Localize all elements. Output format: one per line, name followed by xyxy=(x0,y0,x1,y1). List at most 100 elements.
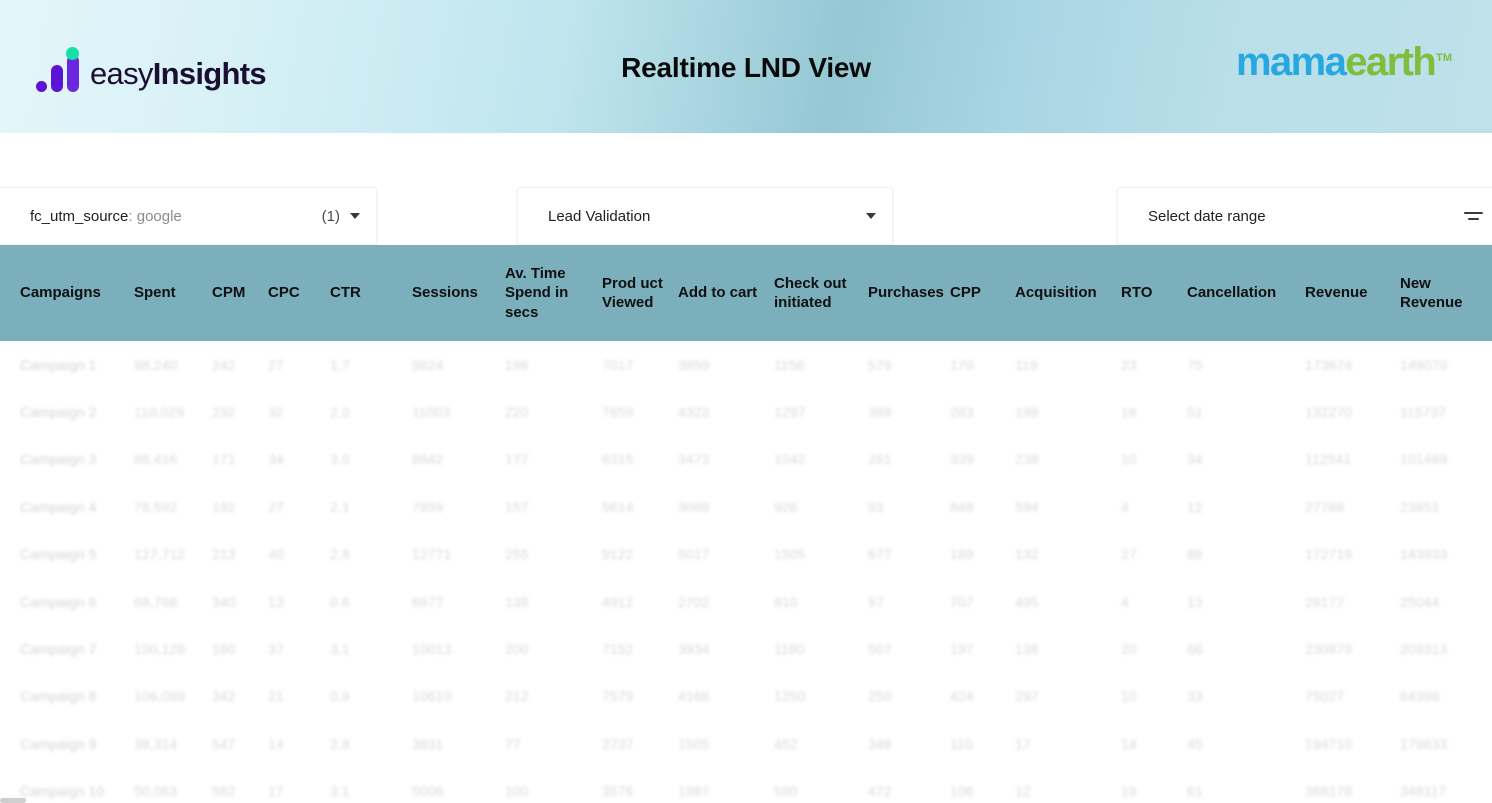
column-header-add-to-cart[interactable]: Add to cart xyxy=(678,245,774,341)
table-row[interactable]: Campaign 10 50,063 582 17 3.1 5006 100 3576 1967… xyxy=(0,768,1492,803)
filter-utm-source[interactable]: fc_utm_source: google (1) xyxy=(0,188,376,244)
filter-lead-validation[interactable]: Lead Validation xyxy=(518,188,892,244)
filter-icon[interactable] xyxy=(1463,208,1483,224)
cell-cpm: 192 xyxy=(212,498,236,515)
table-row[interactable]: Campaign 2 110,029 232 32 2.0 11003 220 7859 432… xyxy=(0,388,1492,435)
table-row[interactable]: Campaign 6 68,768 340 13 0.6 6877 138 4912 2702 8… xyxy=(0,578,1492,625)
cell-spent: 68,768 xyxy=(134,593,178,610)
date-range-placeholder: Select date range xyxy=(1148,207,1266,225)
table-row[interactable]: Campaign 3 88,416 171 34 3.0 8842 177 6315 3473 1… xyxy=(0,436,1492,483)
cell-product-viewed: 2737 xyxy=(602,735,634,752)
table-row[interactable]: Campaign 9 38,314 547 14 2.8 3831 77 2737 1505 45… xyxy=(0,720,1492,767)
cell-product-viewed: 5614 xyxy=(602,498,634,515)
mamaearth-logo: mamaearthTM xyxy=(1236,42,1452,82)
cell-cpc: 37 xyxy=(268,641,284,658)
filter-date-range[interactable]: Select date range xyxy=(1118,188,1492,244)
cell-av-time-spend: 100 xyxy=(505,783,529,800)
column-header-cpp[interactable]: CPP xyxy=(950,245,1015,341)
cell-rto: 20 xyxy=(1121,641,1137,658)
cell-cpp: 106 xyxy=(950,783,974,800)
cell-cpp: 707 xyxy=(950,593,974,610)
cell-purchases: 97 xyxy=(868,593,884,610)
column-header-rto[interactable]: RTO xyxy=(1121,245,1187,341)
cell-rto: 4 xyxy=(1121,498,1129,515)
cell-cpc: 27 xyxy=(268,498,284,515)
cell-cancellation: 66 xyxy=(1187,641,1203,658)
cell-ctr: 2.8 xyxy=(330,735,350,752)
column-header-campaigns[interactable]: Campaigns xyxy=(0,245,118,341)
column-header-cpm[interactable]: CPM xyxy=(203,245,268,341)
cell-spent: 110,029 xyxy=(134,404,185,421)
cell-cpm: 547 xyxy=(212,735,236,752)
cell-cpp: 283 xyxy=(950,404,974,421)
cell-acquisition: 198 xyxy=(1015,404,1039,421)
cell-ctr: 2.0 xyxy=(330,404,350,421)
cell-new-revenue: 101469 xyxy=(1400,451,1448,468)
cell-revenue: 194710 xyxy=(1305,735,1353,752)
column-header-purchases[interactable]: Purchases xyxy=(868,245,950,341)
page-banner: easyInsights Realtime LND View mamaearth… xyxy=(0,0,1492,133)
filter-field-name: fc_utm_source xyxy=(30,207,129,225)
cell-cancellation: 88 xyxy=(1187,546,1203,563)
cell-cpm: 213 xyxy=(212,546,236,563)
cell-checkout-initiated: 1180 xyxy=(774,641,805,658)
cell-revenue: 368178 xyxy=(1305,783,1353,800)
cell-rto: 4 xyxy=(1121,593,1129,610)
cell-add-to-cart: 4323 xyxy=(678,404,710,421)
cell-acquisition: 119 xyxy=(1015,356,1038,373)
cell-cancellation: 45 xyxy=(1187,735,1203,752)
cell-cpc: 32 xyxy=(268,404,284,421)
column-header-cpc[interactable]: CPC xyxy=(268,245,330,341)
cell-purchases: 579 xyxy=(868,356,892,373)
column-header-ctr[interactable]: CTR xyxy=(330,245,412,341)
brand-mama-text: mama xyxy=(1236,40,1347,84)
column-header-acquisition[interactable]: Acquisition xyxy=(1015,245,1121,341)
cell-av-time-spend: 157 xyxy=(505,498,529,515)
cell-cancellation: 34 xyxy=(1187,451,1203,468)
cell-rto: 19 xyxy=(1121,783,1137,800)
cell-cpc: 17 xyxy=(268,783,284,800)
filter-selection-count: (1) xyxy=(321,207,340,225)
cell-add-to-cart: 3859 xyxy=(678,356,710,373)
cell-new-revenue: 115737 xyxy=(1400,404,1447,421)
cell-acquisition: 138 xyxy=(1015,641,1039,658)
campaign-table-container[interactable]: Campaigns Spent CPM CPC CTR Sessions Av.… xyxy=(0,245,1492,803)
cell-av-time-spend: 177 xyxy=(505,451,529,468)
column-header-sessions[interactable]: Sessions xyxy=(412,245,505,341)
cell-av-time-spend: 220 xyxy=(505,404,529,421)
table-row[interactable]: Campaign 7 100,126 180 37 3.1 10013 200 7152 393… xyxy=(0,625,1492,672)
cell-purchases: 250 xyxy=(868,688,892,705)
cell-checkout-initiated: 1505 xyxy=(774,546,806,563)
column-header-revenue[interactable]: Revenue xyxy=(1305,245,1400,341)
cell-campaign: Campaign 9 xyxy=(20,735,97,752)
column-header-spent[interactable]: Spent xyxy=(118,245,203,341)
cell-rto: 10 xyxy=(1121,451,1137,468)
column-header-checkout-initiated[interactable]: Check out initiated xyxy=(774,245,868,341)
table-row[interactable]: Campaign 4 78,592 192 27 2.1 7859 157 5614 3088 9… xyxy=(0,483,1492,530)
column-header-cancellation[interactable]: Cancellation xyxy=(1187,245,1305,341)
cell-cancellation: 51 xyxy=(1187,404,1203,421)
cell-cpc: 21 xyxy=(268,688,284,705)
cell-revenue: 132270 xyxy=(1305,404,1353,421)
chevron-down-icon[interactable] xyxy=(350,213,360,219)
cell-cpm: 242 xyxy=(212,356,236,373)
cell-checkout-initiated: 1158 xyxy=(774,356,805,373)
campaign-table: Campaigns Spent CPM CPC CTR Sessions Av.… xyxy=(0,245,1492,803)
cell-spent: 50,063 xyxy=(134,783,178,800)
cell-cpm: 340 xyxy=(212,593,236,610)
column-header-new-revenue[interactable]: New Revenue xyxy=(1400,245,1492,341)
table-row[interactable]: Campaign 5 127,712 213 40 2.8 12771 255 9122 501… xyxy=(0,531,1492,578)
column-header-av-time-spend[interactable]: Av. Time Spend in secs xyxy=(505,245,602,341)
cell-ctr: 3.1 xyxy=(330,783,350,800)
table-row[interactable]: Campaign 1 98,240 242 27 1.7 9824 196 7017 3859 1… xyxy=(0,341,1492,388)
horizontal-scrollbar[interactable] xyxy=(0,798,26,803)
chevron-down-icon[interactable] xyxy=(866,213,876,219)
cell-sessions: 7859 xyxy=(412,498,444,515)
cell-revenue: 75027 xyxy=(1305,688,1345,705)
cell-rto: 16 xyxy=(1121,404,1137,421)
cell-acquisition: 495 xyxy=(1015,593,1039,610)
table-row[interactable]: Campaign 8 106,099 342 21 0.9 10610 212 7579 416… xyxy=(0,673,1492,720)
date-range-actions xyxy=(1463,203,1492,230)
filter-utm-source-label: fc_utm_source: google xyxy=(30,208,182,225)
column-header-product-viewed[interactable]: Prod uct Viewed xyxy=(602,245,678,341)
